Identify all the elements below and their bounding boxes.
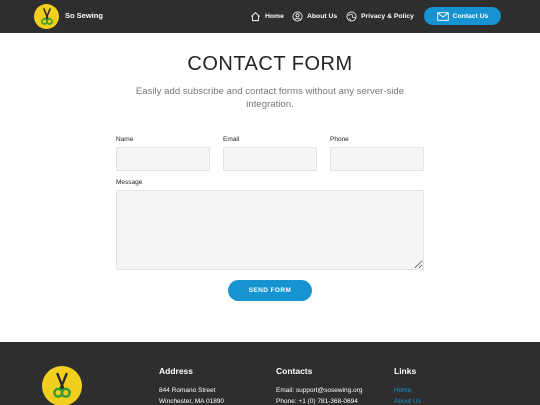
scissors-icon	[53, 372, 71, 398]
footer-link-home[interactable]: Home	[394, 387, 411, 394]
contact-email: Email: support@sosewing.org	[276, 387, 363, 394]
email-label: Email	[223, 136, 240, 143]
page-subtitle: Easily add subscribe and contact forms w…	[135, 86, 405, 110]
page-title: CONTACT FORM	[187, 53, 353, 75]
scissors-icon	[40, 7, 53, 25]
name-field[interactable]	[116, 147, 210, 171]
nav-about-us[interactable]: About Us	[292, 9, 337, 24]
contact-us-button[interactable]: Contact Us	[424, 7, 501, 25]
brand-name[interactable]: So Sewing	[65, 11, 103, 20]
mail-icon	[436, 11, 449, 21]
contact-phone: Phone: +1 (0) 781-368-0694	[276, 398, 358, 405]
footer-link-about-us[interactable]: About Us	[394, 398, 421, 405]
nav-home-label: Home	[265, 13, 284, 20]
footer-logo[interactable]	[42, 366, 82, 405]
nav-about-label: About Us	[307, 13, 338, 20]
contact-us-label: Contact Us	[452, 12, 489, 20]
home-icon	[251, 12, 260, 22]
user-icon	[292, 11, 303, 22]
nav-home[interactable]: Home	[250, 9, 284, 24]
top-navbar: So Sewing Home About Us Privacy & Policy…	[0, 0, 540, 33]
nav-privacy-label: Privacy & Policy	[361, 13, 414, 20]
phone-label: Phone	[330, 136, 349, 143]
phone-field[interactable]	[330, 147, 424, 171]
address-line: 844 Romano Street	[159, 387, 216, 394]
message-label: Message	[116, 179, 143, 186]
message-field[interactable]	[116, 190, 424, 270]
footer-address-heading: Address	[159, 366, 194, 376]
send-form-button[interactable]: SEND FORM	[228, 280, 312, 301]
footer-links-heading: Links	[394, 366, 417, 376]
nav-privacy-policy[interactable]: Privacy & Policy	[346, 9, 414, 24]
address-line: Winchester, MA 01890	[159, 398, 225, 405]
footer-contacts-heading: Contacts	[276, 366, 313, 376]
logo[interactable]	[34, 4, 59, 29]
footer	[0, 342, 540, 405]
globe-icon	[346, 11, 357, 22]
name-label: Name	[116, 136, 134, 143]
email-field[interactable]	[223, 147, 317, 171]
